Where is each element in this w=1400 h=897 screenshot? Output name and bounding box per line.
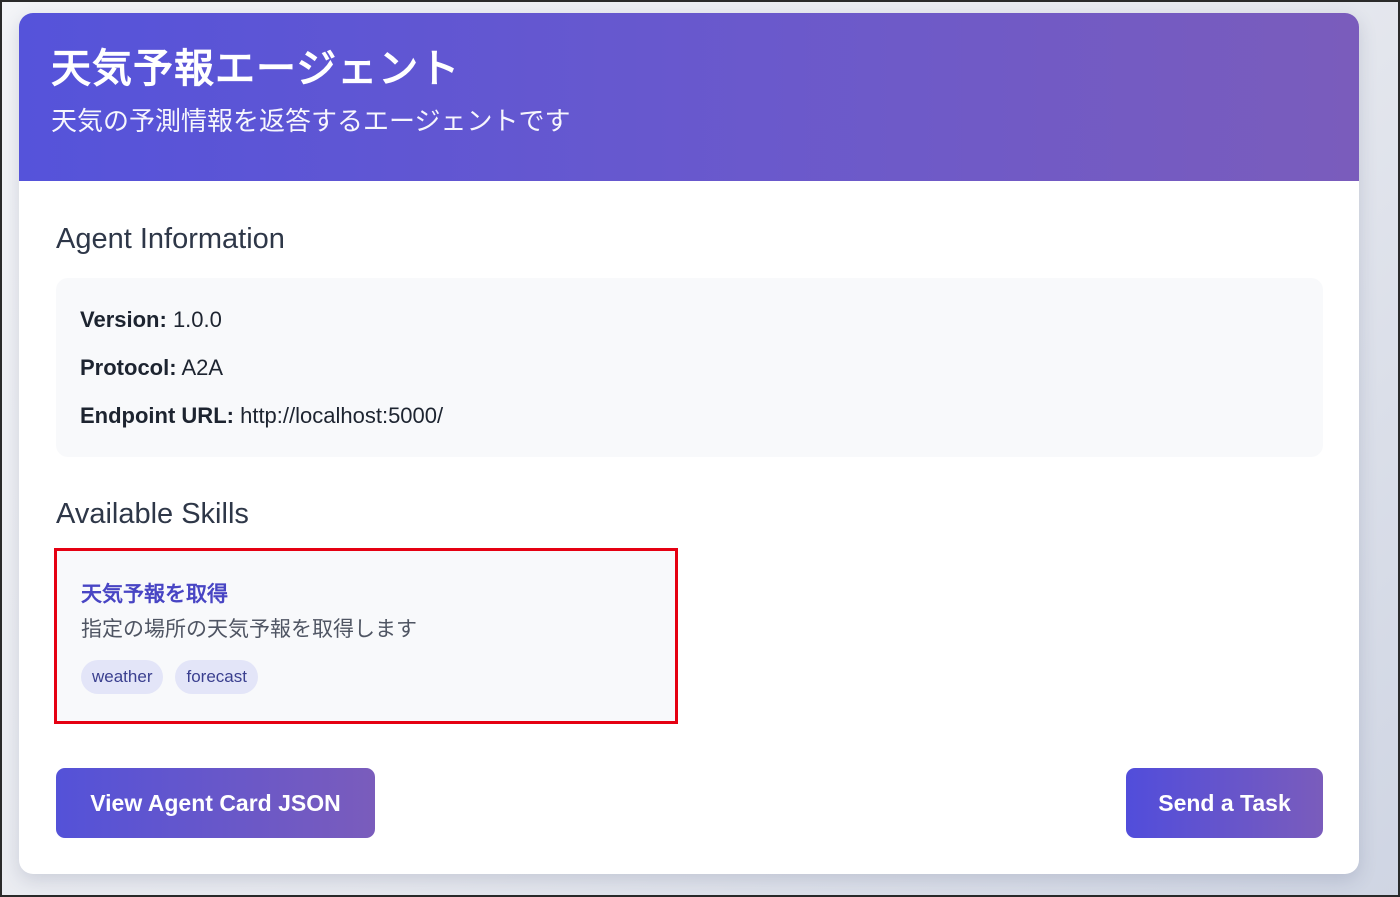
skill-description: 指定の場所の天気予報を取得します bbox=[81, 617, 417, 642]
agent-subtitle: 天気の予測情報を返答するエージェントです bbox=[51, 107, 571, 137]
agent-card: 天気予報エージェント 天気の予測情報を返答するエージェントです Agent In… bbox=[19, 13, 1359, 874]
agent-body: Agent Information Version: 1.0.0 Protoco… bbox=[19, 223, 1359, 531]
version-value: 1.0.0 bbox=[172, 307, 222, 332]
protocol-value: A2A bbox=[181, 355, 224, 380]
endpoint-value: http://localhost:5000/ bbox=[240, 403, 444, 428]
version-label: Version: bbox=[80, 307, 167, 332]
info-row-protocol: Protocol: A2A bbox=[80, 354, 1299, 382]
agent-info-box: Version: 1.0.0 Protocol: A2A Endpoint UR… bbox=[56, 278, 1323, 457]
skill-name: 天気予報を取得 bbox=[81, 582, 228, 606]
skill-tag: weather bbox=[81, 659, 164, 694]
skill-card: 天気予報を取得 指定の場所の天気予報を取得します weather forecas… bbox=[54, 548, 678, 724]
info-row-version: Version: 1.0.0 bbox=[80, 306, 1299, 334]
protocol-label: Protocol: bbox=[80, 355, 177, 380]
available-skills-heading: Available Skills bbox=[56, 498, 249, 530]
agent-information-heading: Agent Information bbox=[56, 223, 285, 255]
agent-title: 天気予報エージェント bbox=[51, 46, 461, 92]
info-row-endpoint: Endpoint URL: http://localhost:5000/ bbox=[80, 402, 1299, 430]
view-agent-card-json-button[interactable]: View Agent Card JSON bbox=[56, 768, 375, 838]
agent-header: 天気予報エージェント 天気の予測情報を返答するエージェントです bbox=[19, 13, 1359, 181]
skill-tag: forecast bbox=[175, 659, 258, 694]
endpoint-label: Endpoint URL: bbox=[80, 403, 234, 428]
send-task-button[interactable]: Send a Task bbox=[1126, 768, 1323, 838]
skill-tags: weather forecast bbox=[81, 659, 651, 694]
